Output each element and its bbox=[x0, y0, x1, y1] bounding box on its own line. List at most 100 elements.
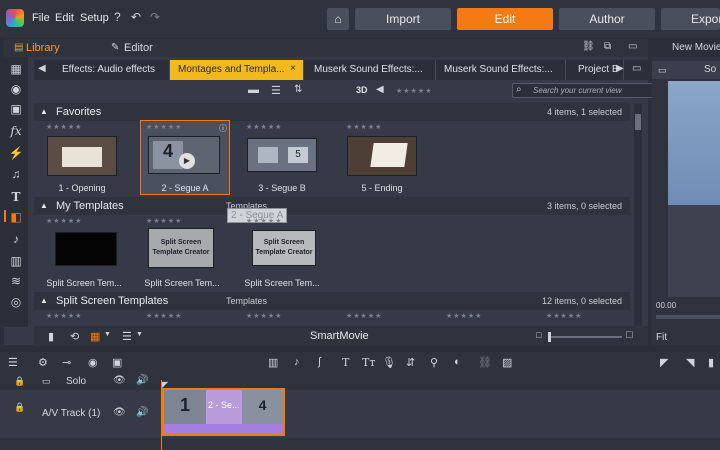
item-rating[interactable]: ★★★★★ bbox=[146, 123, 182, 131]
screen-icon[interactable]: ▭ bbox=[658, 65, 667, 76]
mixer-icon[interactable]: ⇵ bbox=[406, 356, 415, 369]
tab-scroll-left-icon[interactable]: ◀ bbox=[38, 63, 46, 74]
thumb-segue-b[interactable]: 5 bbox=[247, 138, 317, 172]
thumb-template-2[interactable]: Split Screen Template Creator bbox=[148, 228, 214, 268]
photos-icon[interactable]: ▣ bbox=[4, 99, 28, 119]
item-rating[interactable]: ★★★★★ bbox=[146, 312, 182, 320]
search-input[interactable]: Search your current view bbox=[512, 83, 668, 98]
split-screen-section-header[interactable]: ▲ Split Screen Templates Templates 12 it… bbox=[34, 292, 630, 310]
scrollbar-thumb[interactable] bbox=[635, 114, 641, 130]
text-icon[interactable]: Tᴛ bbox=[362, 356, 375, 369]
track-name-av[interactable]: A/V Track (1) bbox=[42, 408, 100, 419]
thumb-template-3[interactable]: Split Screen Template Creator bbox=[252, 230, 316, 266]
chevron-down-icon[interactable]: ▼ bbox=[104, 331, 111, 338]
transitions-icon[interactable]: ⚡ bbox=[4, 143, 28, 163]
item-label-segue-b[interactable]: 3 - Segue B bbox=[240, 183, 324, 193]
list-view-icon[interactable]: ☰ bbox=[271, 84, 281, 97]
trash-icon[interactable]: ▮ bbox=[48, 330, 54, 343]
marker-icon[interactable]: ▮ bbox=[708, 356, 714, 369]
track-name-solo[interactable]: Solo bbox=[66, 376, 86, 387]
record-icon[interactable]: ◎ bbox=[4, 292, 28, 312]
zoom-large-icon[interactable]: □ bbox=[626, 329, 633, 341]
item-rating[interactable]: ★★★★★ bbox=[46, 123, 82, 131]
sort-icon[interactable]: ⇅ bbox=[294, 84, 302, 95]
motion-icon[interactable]: ∫ bbox=[318, 356, 321, 368]
visibility-icon[interactable]: 👁 bbox=[113, 407, 126, 418]
menu-edit[interactable]: Edit bbox=[55, 12, 74, 24]
fit-dropdown[interactable]: Fit bbox=[656, 332, 667, 343]
snap-icon[interactable]: ◉ bbox=[88, 356, 98, 369]
close-tab-icon[interactable]: × bbox=[290, 63, 296, 74]
grid-view-icon[interactable]: ▦ bbox=[90, 330, 100, 343]
music-icon[interactable]: ♫ bbox=[4, 164, 28, 184]
montage-icon[interactable]: ◧ bbox=[4, 207, 28, 227]
redo-icon[interactable]: ↷ bbox=[150, 10, 160, 24]
refresh-icon[interactable]: ⟲ bbox=[70, 330, 79, 343]
speaker-icon[interactable]: 🔊 bbox=[136, 407, 148, 418]
effects-fx-icon[interactable]: fx bbox=[4, 121, 28, 141]
link-icon[interactable]: ⛓ bbox=[582, 41, 595, 52]
audio-wave-icon[interactable]: ≋ bbox=[4, 271, 28, 291]
tab-editor[interactable]: Editor bbox=[124, 42, 153, 54]
audio-ducking-icon[interactable]: ♪ bbox=[294, 356, 300, 368]
details-view-icon[interactable]: ☰ bbox=[122, 330, 132, 343]
lock-icon[interactable]: 🔒 bbox=[14, 402, 25, 413]
rating-filter-stars[interactable]: ★★★★★ bbox=[396, 87, 432, 95]
layout-icon[interactable]: ▭ bbox=[628, 41, 637, 52]
image-icon[interactable]: ▨ bbox=[502, 356, 512, 369]
menu-setup[interactable]: Setup bbox=[80, 12, 109, 24]
collapse-icon[interactable]: ▲ bbox=[40, 103, 48, 121]
item-rating[interactable]: ★★★★★ bbox=[46, 217, 82, 225]
item-rating[interactable]: ★★★★★ bbox=[446, 312, 482, 320]
item-rating[interactable]: ★★★★★ bbox=[46, 312, 82, 320]
undo-icon[interactable]: ↶ bbox=[131, 10, 141, 24]
library-tab-audio-effects[interactable]: Effects: Audio effects bbox=[54, 60, 170, 80]
tab-list-icon[interactable]: ▭ bbox=[632, 63, 641, 74]
play-icon[interactable]: ▶ bbox=[179, 153, 195, 169]
help-icon[interactable]: ? bbox=[114, 10, 121, 24]
color-icon[interactable]: ◐ bbox=[454, 356, 461, 368]
tab-library[interactable]: Library bbox=[26, 42, 60, 54]
item-label-ending[interactable]: 5 - Ending bbox=[340, 183, 424, 193]
razor-icon[interactable]: ⊸ bbox=[62, 356, 71, 369]
item-rating[interactable]: ★★★★★ bbox=[146, 217, 182, 225]
settings-icon[interactable]: ⚙ bbox=[38, 356, 48, 369]
thumb-ending[interactable] bbox=[347, 136, 417, 176]
export-button[interactable]: Export bbox=[661, 8, 720, 30]
item-label-template-2[interactable]: Split Screen Tem... bbox=[140, 278, 224, 288]
menu-file[interactable]: File bbox=[32, 12, 50, 24]
import-button[interactable]: Import bbox=[355, 8, 451, 30]
folder-icon[interactable]: ▬ bbox=[248, 84, 259, 96]
library-scrollbar[interactable] bbox=[634, 104, 642, 326]
mark-out-icon[interactable]: ◥ bbox=[686, 356, 694, 369]
thumb-opening[interactable] bbox=[47, 136, 117, 176]
thumb-segue-a[interactable]: 4 ▶ bbox=[148, 136, 220, 174]
item-label-opening[interactable]: 1 - Opening bbox=[40, 183, 124, 193]
thumb-template-1[interactable] bbox=[55, 232, 117, 266]
item-label-template-1[interactable]: Split Screen Tem... bbox=[42, 278, 126, 288]
item-rating[interactable]: ★★★★★ bbox=[346, 312, 382, 320]
lock-icon[interactable]: 🔒 bbox=[14, 376, 25, 387]
info-icon[interactable]: ⓘ bbox=[219, 123, 227, 134]
item-label-template-3[interactable]: Split Screen Tem... bbox=[240, 278, 324, 288]
disc-icon[interactable]: ◉ bbox=[4, 79, 28, 99]
tag-icon[interactable]: ◀ bbox=[376, 84, 384, 95]
favorites-section-header[interactable]: ▲ Favorites 4 items, 1 selected bbox=[34, 103, 630, 121]
edit-button[interactable]: Edit bbox=[457, 8, 553, 30]
item-rating[interactable]: ★★★★★ bbox=[246, 312, 282, 320]
visibility-icon[interactable]: 👁 bbox=[113, 375, 126, 386]
sound-effects-icon[interactable]: ♪ bbox=[4, 229, 28, 249]
library-tab-montages[interactable]: Montages and Templa... bbox=[170, 60, 304, 80]
item-rating[interactable]: ★★★★★ bbox=[546, 312, 582, 320]
3d-toggle[interactable]: 3D bbox=[356, 85, 368, 95]
collapse-icon[interactable]: ▲ bbox=[40, 292, 48, 310]
tab-scroll-right-icon[interactable]: ▶ bbox=[616, 63, 624, 74]
score-icon[interactable]: ▥ bbox=[4, 251, 28, 271]
chevron-down-icon[interactable]: ▼ bbox=[136, 331, 143, 338]
my-templates-section-header[interactable]: ▲ My Templates Templates 3 items, 0 sele… bbox=[34, 197, 630, 215]
media-library-icon[interactable]: ▦ bbox=[4, 59, 28, 79]
voiceover-icon[interactable]: 🎙 bbox=[382, 356, 396, 369]
collapse-icon[interactable]: ▲ bbox=[40, 197, 48, 215]
source-tab[interactable]: So bbox=[704, 64, 716, 75]
zoom-slider-track[interactable] bbox=[548, 336, 622, 338]
